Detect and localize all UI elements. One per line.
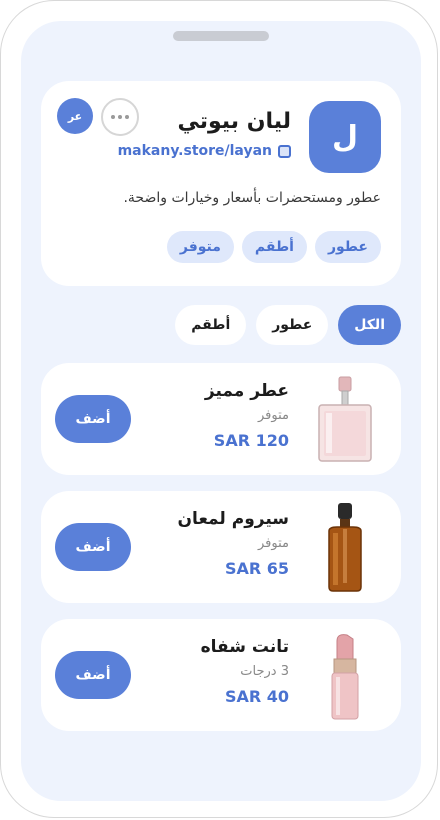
product-card[interactable]: عطر مميز متوفر SAR 120 أضف (41, 363, 401, 475)
store-name: ليان بيوتي (177, 109, 292, 134)
dot-icon (111, 115, 115, 119)
product-status: متوفر (258, 408, 289, 423)
store-avatar: ل (309, 101, 381, 173)
language-button[interactable]: عر (57, 98, 93, 134)
dot-icon (125, 115, 129, 119)
add-to-cart-button[interactable]: أضف (55, 395, 131, 443)
filter-all[interactable]: الكل (338, 305, 401, 345)
phone-frame: ل ليان بيوتي makany.store/layan عر عطور … (0, 0, 438, 818)
lipstick-icon (331, 634, 359, 720)
product-status: متوفر (258, 536, 289, 551)
store-profile-card: ل ليان بيوتي makany.store/layan عر عطور … (41, 81, 401, 286)
product-card[interactable]: سيروم لمعان متوفر SAR 65 أضف (41, 491, 401, 603)
add-to-cart-button[interactable]: أضف (55, 523, 131, 571)
store-description: عطور ومستحضرات بأسعار وخيارات واضحة. (123, 190, 381, 206)
product-name: سيروم لمعان (177, 509, 289, 529)
add-to-cart-button[interactable]: أضف (55, 651, 131, 699)
product-price: SAR 65 (224, 559, 289, 578)
product-status: 3 درجات (240, 664, 289, 679)
copy-link-icon[interactable] (278, 144, 291, 158)
product-name: تانت شفاه (200, 637, 289, 657)
filter-perfumes[interactable]: عطور (256, 305, 329, 345)
store-tag: عطور (314, 231, 381, 263)
dot-icon (118, 115, 122, 119)
speaker-notch (173, 31, 269, 41)
store-link[interactable]: makany.store/layan (118, 143, 291, 159)
product-price: SAR 40 (224, 687, 289, 706)
store-tags: عطور أطقم متوفر (166, 231, 381, 263)
filter-sets[interactable]: أطقم (175, 305, 247, 345)
perfume-bottle-icon (318, 376, 372, 462)
store-link-text[interactable]: makany.store/layan (118, 143, 272, 159)
store-tag: أطقم (241, 231, 307, 263)
product-name: عطر مميز (204, 381, 289, 401)
app-screen: ل ليان بيوتي makany.store/layan عر عطور … (21, 21, 421, 801)
more-options-button[interactable] (101, 98, 139, 136)
product-card[interactable]: تانت شفاه 3 درجات SAR 40 أضف (41, 619, 401, 731)
category-filters: الكل عطور أطقم (175, 305, 401, 345)
store-tag: متوفر (166, 231, 234, 263)
serum-bottle-icon (328, 503, 362, 592)
product-price: SAR 120 (213, 431, 289, 450)
